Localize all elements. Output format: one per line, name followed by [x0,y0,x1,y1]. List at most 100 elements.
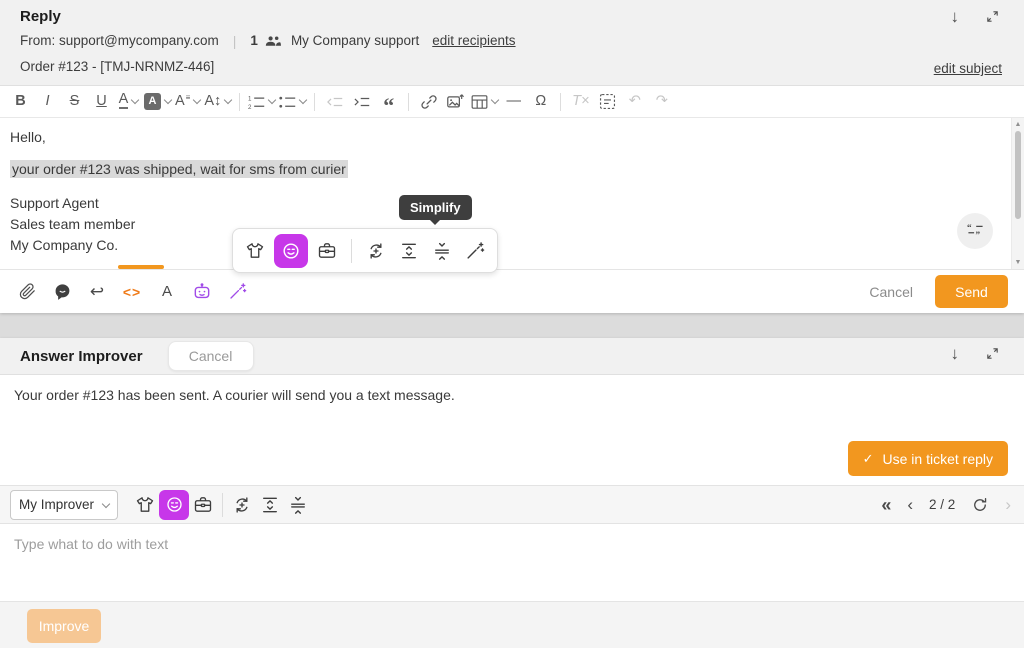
casual-tone-icon[interactable] [241,237,269,265]
signature-line: Sales team member [10,214,1014,235]
download-icon[interactable]: ↓ [951,345,960,362]
underline-button[interactable]: U [90,90,113,114]
expand-icon[interactable] [985,9,1000,24]
improver-preset-select[interactable]: My Improver [10,490,118,520]
improver-header: Answer Improver Cancel ↓ [0,338,1024,375]
undo-button[interactable]: ↶ [623,90,646,114]
improver-toolbar: My Improver « ‹ 2 / 2 › [0,485,1024,524]
from-row: From: support@mycompany.com | 1 My Compa… [20,31,1004,51]
toolbar-divider [408,93,409,111]
attachment-icon[interactable] [16,279,38,305]
outdent-button[interactable] [323,90,346,114]
expand-text-icon[interactable] [395,237,423,265]
expand-icon[interactable] [985,346,1000,361]
edit-subject-link[interactable]: edit subject [934,61,1002,76]
improved-text: Your order #123 has been sent. A courier… [14,387,455,403]
formal-tone-icon[interactable] [189,491,217,519]
svg-text:”: ” [975,230,980,239]
svg-text:1: 1 [248,95,252,102]
improver-result: Your order #123 has been sent. A courier… [0,375,1024,485]
source-code-icon[interactable]: <> [121,279,143,305]
insert-reply-icon[interactable]: ↩ [86,279,108,305]
highlight-color-button[interactable]: A [144,90,171,114]
magic-wand-icon[interactable] [461,237,489,265]
cancel-button[interactable]: Cancel [869,284,913,300]
strikethrough-button[interactable]: S [63,90,86,114]
casual-tone-icon[interactable] [131,491,159,519]
from-label: From: [20,31,55,51]
bullet-list-button[interactable] [279,90,306,114]
recipients-icon [265,35,281,47]
chevron-down-icon [268,96,276,104]
friendly-tone-icon[interactable] [159,490,189,520]
scrollbar-thumb[interactable] [1015,131,1021,219]
ordered-list-button[interactable]: 12 [248,90,275,114]
scroll-up-icon[interactable]: ▲ [1012,121,1024,128]
font-size-button[interactable]: A≡ [175,90,200,114]
toolbar-divider [222,493,223,517]
indent-button[interactable] [350,90,373,114]
previous-version-icon[interactable]: ‹ [907,496,913,513]
check-icon: ✓ [863,451,874,467]
editor-scrollbar[interactable]: ▲ ▼ [1011,118,1024,269]
reply-editor[interactable]: Hello, your order #123 was shipped, wait… [0,118,1024,269]
simplify-icon[interactable] [284,491,312,519]
resize-handle[interactable] [118,265,164,269]
simplify-icon[interactable] [428,237,456,265]
redo-button[interactable]: ↷ [650,90,673,114]
prompt-area [0,524,1024,601]
regenerate-icon[interactable] [971,496,989,514]
link-button[interactable] [417,90,440,114]
horizontal-rule-button[interactable]: — [502,90,525,114]
toolbar-divider [560,93,561,111]
chevron-down-icon [491,96,499,104]
toolbar-divider [351,239,352,263]
prompt-input[interactable] [0,524,1024,601]
special-characters-button[interactable]: Ω [529,90,552,114]
editor-selected-line: your order #123 was shipped, wait for sm… [10,159,1014,180]
selected-text: your order #123 was shipped, wait for sm… [10,160,348,178]
improver-cancel-button[interactable]: Cancel [168,341,254,371]
signature-line: Support Agent [10,193,1014,214]
expand-text-icon[interactable] [256,491,284,519]
simplify-tooltip: Simplify [399,195,472,220]
canned-responses-button[interactable]: “” [957,213,993,249]
editor-greeting-line: Hello, [10,127,1014,148]
chat-bubble-icon[interactable] [51,279,73,305]
font-color-button[interactable]: A [117,90,140,114]
insert-image-icon[interactable] [444,90,467,114]
text-formatting-icon[interactable]: A [156,279,178,305]
version-pager: « ‹ 2 / 2 › [881,486,1011,523]
signature-line: My Company Co. [10,235,1014,256]
bold-button[interactable]: B [9,90,32,114]
use-in-ticket-reply-button[interactable]: ✓ Use in ticket reply [848,441,1008,476]
table-button[interactable] [471,90,498,114]
clear-formatting-button[interactable]: T× [569,90,592,114]
rephrase-icon[interactable] [362,237,390,265]
italic-button[interactable]: I [36,90,59,114]
blockquote-button[interactable]: “ [377,94,400,118]
ai-improve-icon[interactable] [226,279,248,305]
first-version-icon[interactable]: « [881,496,891,514]
line-height-button[interactable]: A↕ [204,90,231,114]
chevron-down-icon [164,96,172,104]
toolbar-divider [239,93,240,111]
chevron-down-icon [131,96,139,104]
edit-recipients-link[interactable]: edit recipients [432,31,515,51]
download-icon[interactable]: ↓ [951,8,960,25]
ai-assistant-icon[interactable] [191,279,213,305]
chevron-down-icon [193,96,201,104]
reply-title: Reply [20,8,1004,25]
improver-title: Answer Improver [20,348,143,365]
next-version-icon[interactable]: › [1005,496,1011,513]
friendly-tone-icon[interactable] [274,234,308,268]
formal-tone-icon[interactable] [313,237,341,265]
svg-text:“: “ [967,223,972,232]
subject-row: Order #123 - [TMJ-NRNMZ-446] [20,57,1004,77]
rephrase-icon[interactable] [228,491,256,519]
send-button[interactable]: Send [935,275,1008,308]
scroll-down-icon[interactable]: ▼ [1012,259,1024,266]
select-all-button[interactable] [596,90,619,114]
improve-button[interactable]: Improve [27,609,101,643]
ai-selection-toolbar [232,228,498,273]
